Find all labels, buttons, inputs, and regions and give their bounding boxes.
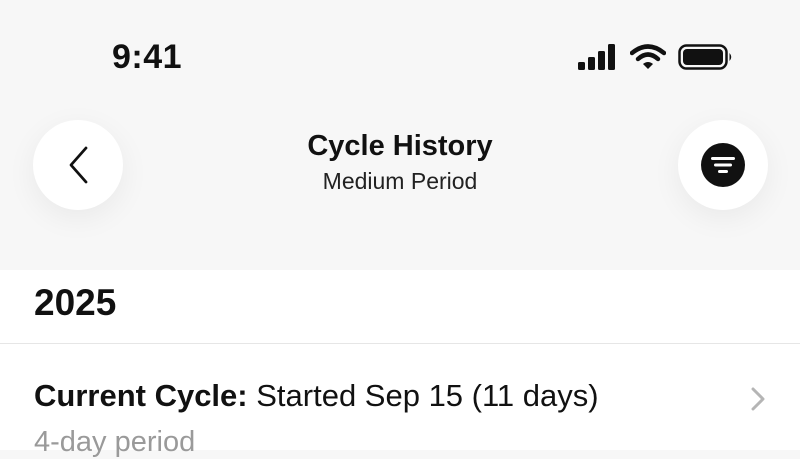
navigation-bar: Cycle History Medium Period xyxy=(0,100,800,270)
filter-icon xyxy=(701,143,745,187)
status-bar: 9:41 xyxy=(0,0,800,100)
cycle-period-detail: 4-day period xyxy=(34,426,196,458)
year-header: 2025 xyxy=(34,282,117,323)
cellular-signal-icon xyxy=(578,44,615,70)
status-time: 9:41 xyxy=(112,38,183,76)
history-list: 2025 Current Cycle: Started Sep 15 (11 d… xyxy=(0,270,800,458)
cycle-label: Current Cycle: xyxy=(34,378,248,413)
cycle-summary: Current Cycle: Started Sep 15 (11 days) xyxy=(34,378,599,414)
status-icons xyxy=(578,44,734,70)
cycle-value: Started Sep 15 (11 days) xyxy=(256,378,599,413)
wifi-icon xyxy=(630,44,666,69)
filter-button[interactable] xyxy=(678,120,768,210)
current-cycle-row[interactable]: Current Cycle: Started Sep 15 (11 days) … xyxy=(0,344,800,458)
chevron-right-icon xyxy=(751,387,765,411)
battery-icon xyxy=(678,44,732,70)
